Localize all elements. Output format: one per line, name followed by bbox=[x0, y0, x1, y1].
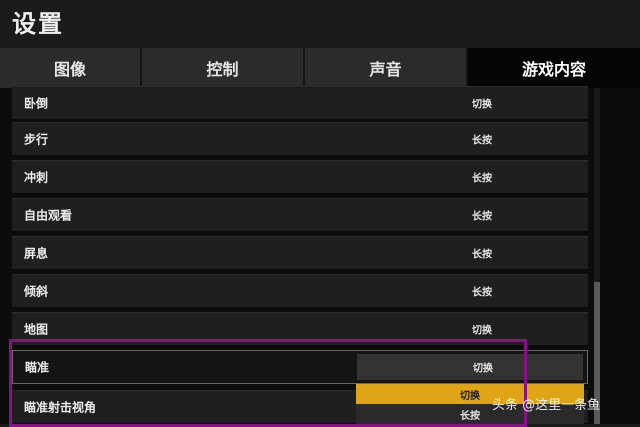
setting-row-map[interactable]: 地图 切换 bbox=[12, 312, 588, 346]
setting-row-free-look[interactable]: 自由观看 长按 bbox=[12, 198, 588, 232]
watermark: 头条 @这里一条鱼 bbox=[492, 398, 601, 413]
setting-label: 步行 bbox=[24, 132, 49, 147]
setting-value[interactable]: 长按 bbox=[442, 284, 522, 299]
setting-row-walk[interactable]: 步行 长按 bbox=[12, 122, 588, 156]
tab-graphics[interactable]: 图像 bbox=[0, 48, 142, 88]
setting-label: 瞄准射击视角 bbox=[24, 400, 97, 415]
setting-label: 冲刺 bbox=[24, 170, 49, 185]
setting-row-aim[interactable]: 瞄准 切换 bbox=[12, 350, 588, 384]
setting-value[interactable]: 长按 bbox=[442, 246, 522, 261]
setting-value[interactable]: 长按 bbox=[442, 208, 522, 223]
setting-label: 瞄准 bbox=[25, 360, 50, 375]
setting-row-sprint[interactable]: 冲刺 长按 bbox=[12, 160, 588, 194]
setting-label: 卧倒 bbox=[24, 96, 49, 111]
setting-value: 切换 bbox=[473, 363, 493, 375]
settings-tabs: 图像 控制 声音 游戏内容 bbox=[0, 48, 640, 88]
tab-gameplay[interactable]: 游戏内容 bbox=[468, 48, 640, 88]
tab-sound[interactable]: 声音 bbox=[305, 48, 468, 88]
tab-controls[interactable]: 控制 bbox=[142, 48, 305, 88]
settings-header: 设置 bbox=[0, 0, 640, 46]
setting-value[interactable]: 长按 bbox=[442, 132, 522, 147]
setting-row-hold-breath[interactable]: 屏息 长按 bbox=[12, 236, 588, 270]
page-title: 设置 bbox=[12, 10, 64, 38]
setting-value[interactable]: 切换 bbox=[442, 322, 522, 337]
setting-value[interactable]: 长按 bbox=[442, 170, 522, 185]
setting-label: 地图 bbox=[24, 322, 49, 337]
setting-label: 倾斜 bbox=[24, 284, 49, 299]
setting-value[interactable]: 切换 bbox=[442, 96, 522, 111]
setting-row-prone[interactable]: 卧倒 切换 bbox=[12, 86, 588, 120]
setting-label: 自由观看 bbox=[24, 208, 73, 223]
list-scrollbar[interactable] bbox=[594, 88, 600, 424]
setting-label: 屏息 bbox=[24, 246, 49, 261]
setting-row-lean[interactable]: 倾斜 长按 bbox=[12, 274, 588, 308]
aim-mode-select[interactable]: 切换 bbox=[357, 354, 583, 380]
